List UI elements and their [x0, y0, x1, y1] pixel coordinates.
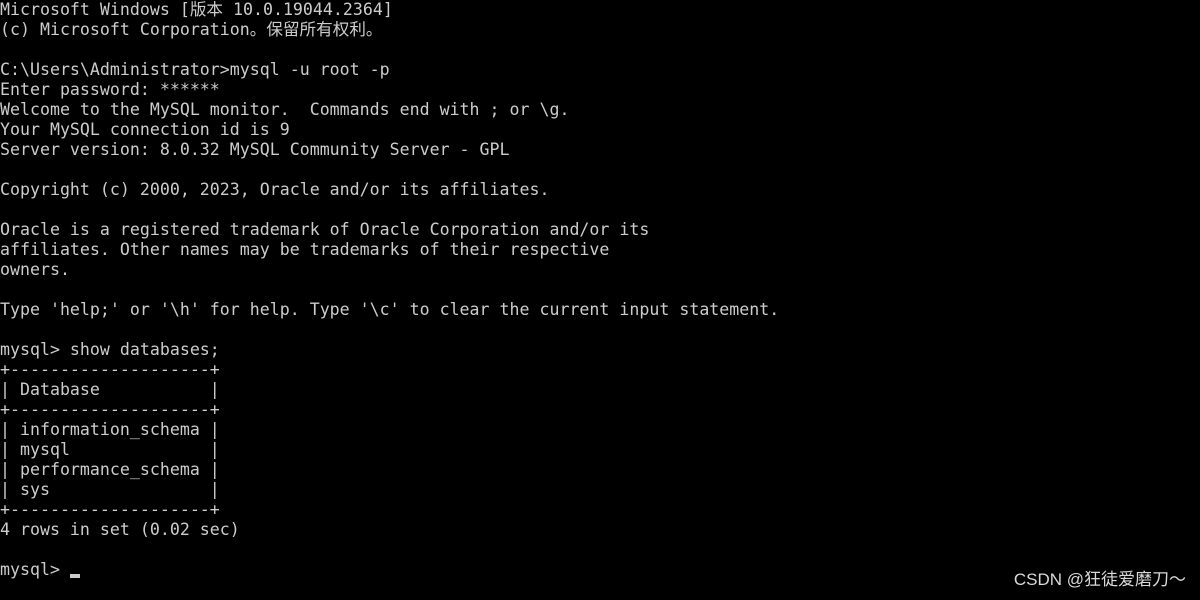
- terminal-window[interactable]: Microsoft Windows [版本 10.0.19044.2364] (…: [0, 0, 1200, 600]
- terminal-line-trademark-1: Oracle is a registered trademark of Orac…: [0, 220, 650, 239]
- terminal-line-windows-version: Microsoft Windows [版本 10.0.19044.2364]: [0, 0, 393, 19]
- table-row: | information_schema |: [0, 420, 220, 439]
- text-cursor: [69, 574, 80, 578]
- table-header-row: | Database |: [0, 380, 220, 399]
- terminal-line-help-hint: Type 'help;' or '\h' for help. Type '\c'…: [0, 300, 780, 319]
- terminal-line-welcome: Welcome to the MySQL monitor. Commands e…: [0, 100, 570, 119]
- terminal-line-password: Enter password: ******: [0, 80, 220, 99]
- terminal-prompt-line[interactable]: mysql>: [0, 560, 80, 580]
- terminal-line-show-databases: mysql> show databases;: [0, 340, 220, 359]
- csdn-watermark: CSDN @狂徒爱磨刀～: [1013, 570, 1186, 589]
- table-border-bottom: +--------------------+: [0, 500, 220, 519]
- table-border-top: +--------------------+: [0, 360, 220, 379]
- terminal-line-server-version: Server version: 8.0.32 MySQL Community S…: [0, 140, 510, 159]
- table-row: | sys |: [0, 480, 220, 499]
- mysql-prompt: mysql>: [0, 560, 70, 579]
- terminal-line-copyright-oracle: Copyright (c) 2000, 2023, Oracle and/or …: [0, 180, 550, 199]
- terminal-line-trademark-2: affiliates. Other names may be trademark…: [0, 240, 610, 259]
- table-border-header: +--------------------+: [0, 400, 220, 419]
- table-row: | performance_schema |: [0, 460, 220, 479]
- terminal-line-trademark-3: owners.: [0, 260, 70, 279]
- terminal-line-command-mysql: C:\Users\Administrator>mysql -u root -p: [0, 60, 390, 79]
- table-row: | mysql |: [0, 440, 220, 459]
- terminal-line-connection-id: Your MySQL connection id is 9: [0, 120, 290, 139]
- terminal-line-copyright-ms: (c) Microsoft Corporation。保留所有权利。: [0, 20, 383, 39]
- terminal-line-row-count: 4 rows in set (0.02 sec): [0, 520, 240, 539]
